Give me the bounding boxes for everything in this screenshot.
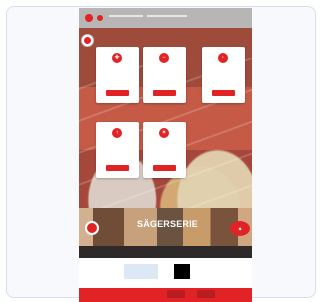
card-button[interactable] (153, 90, 176, 96)
sponsor-heading-bar (79, 246, 252, 258)
event-card[interactable]: ✚ (96, 47, 139, 103)
event-card[interactable]: − (143, 47, 186, 103)
card-button[interactable] (212, 90, 235, 96)
shield-icon: ↑ (112, 128, 122, 138)
card-button[interactable] (106, 90, 129, 96)
sponsor-logo[interactable] (174, 264, 190, 279)
sponsor-logo[interactable] (124, 264, 158, 279)
banner-title: SÄGERSERIE (137, 219, 199, 229)
menu-icon[interactable] (97, 15, 103, 21)
card-button[interactable] (153, 165, 176, 171)
header-line-2 (147, 15, 187, 17)
headline-text (96, 37, 244, 43)
promo-banner[interactable]: SÄGERSERIE ◆ (79, 208, 252, 246)
event-card[interactable]: ✶ (143, 122, 186, 178)
shield-icon: ✶ (159, 128, 169, 138)
event-card[interactable]: ↑ (96, 122, 139, 178)
badge-icon: ◆ (230, 221, 250, 236)
club-logo-icon (82, 35, 93, 46)
website-preview: ✚ − ◦ ↑ ✶ SÄGERSERIE ◆ (79, 8, 252, 302)
header-line-1 (109, 15, 143, 17)
sponsor-strip (79, 246, 252, 288)
footer-bar (79, 288, 252, 302)
footer-button[interactable] (167, 290, 185, 298)
top-header-bar (79, 8, 252, 28)
club-logo-icon (85, 14, 93, 22)
sponsor-logo[interactable] (83, 264, 117, 279)
shield-icon: ✚ (112, 53, 122, 63)
card-button[interactable] (106, 165, 129, 171)
shield-icon: − (159, 53, 169, 63)
shield-icon: ◦ (218, 53, 228, 63)
event-card[interactable]: ◦ (202, 47, 245, 103)
footer-button[interactable] (197, 290, 215, 298)
club-logo-icon (85, 221, 99, 235)
sponsor-logo[interactable] (199, 264, 248, 279)
